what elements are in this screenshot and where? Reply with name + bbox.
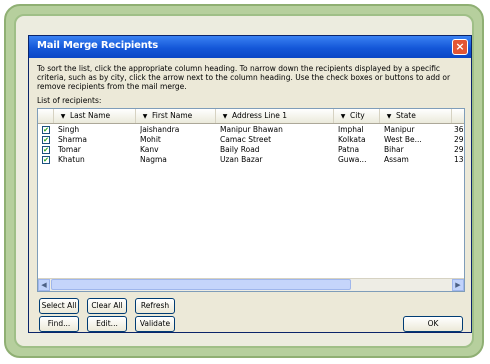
cell-last-name: Sharma (58, 135, 87, 144)
cell-first-name: Kanv (140, 145, 159, 154)
cell-first-name: Nagma (140, 155, 167, 164)
cell-last-name: Singh (58, 125, 80, 134)
ok-button[interactable]: OK (403, 316, 463, 332)
find-button[interactable]: Find... (39, 316, 79, 332)
recipients-grid[interactable]: ▼ Last Name ▼ First Name ▼ Address Line 1 ▼… (37, 108, 465, 292)
cell-first-name: Mohit (140, 135, 161, 144)
clear-all-button[interactable]: Clear All (87, 298, 127, 314)
filter-arrow-icon[interactable]: ▼ (58, 110, 68, 123)
filter-arrow-icon[interactable]: ▼ (220, 110, 230, 123)
cell-last-name: Tomar (58, 145, 81, 154)
cell-state: Assam (384, 155, 409, 164)
table-row[interactable]: ✔ Tomar Kanv Baily Road Patna Bihar 29 (38, 145, 464, 155)
cell-city: Imphal (338, 125, 364, 134)
table-row[interactable]: ✔ Sharma Mohit Camac Street Kolkata West… (38, 135, 464, 145)
mail-merge-recipients-dialog: Mail Merge Recipients × To sort the list… (28, 35, 472, 333)
cell-state: West Be... (384, 135, 422, 144)
row-checkbox[interactable]: ✔ (42, 136, 50, 144)
filter-arrow-icon[interactable]: ▼ (338, 110, 348, 123)
cell-address: Camac Street (220, 135, 272, 144)
cell-state: Bihar (384, 145, 404, 154)
scroll-left-icon[interactable]: ◀ (38, 279, 50, 291)
cell-city: Kolkata (338, 135, 366, 144)
cell-state: Manipur (384, 125, 415, 134)
column-header-state[interactable]: ▼ State (380, 109, 452, 123)
refresh-button[interactable]: Refresh (135, 298, 175, 314)
cell-city: Guwa... (338, 155, 367, 164)
edit-button[interactable]: Edit... (87, 316, 127, 332)
filter-arrow-icon[interactable]: ▼ (140, 110, 150, 123)
column-header-first-name[interactable]: ▼ First Name (136, 109, 216, 123)
dialog-title: Mail Merge Recipients (37, 40, 158, 51)
column-header-extra[interactable] (452, 109, 464, 123)
title-bar[interactable]: Mail Merge Recipients × (29, 36, 471, 58)
column-header-last-name[interactable]: ▼ Last Name (54, 109, 136, 123)
scroll-thumb[interactable] (51, 279, 351, 290)
cell-extra: 36 (454, 125, 464, 134)
cell-first-name: Jaishandra (140, 125, 180, 134)
row-checkbox[interactable]: ✔ (42, 126, 50, 134)
column-header-address-line-1[interactable]: ▼ Address Line 1 (216, 109, 334, 123)
row-checkbox[interactable]: ✔ (42, 156, 50, 164)
checkbox-column-header (38, 109, 54, 123)
filter-arrow-icon[interactable]: ▼ (384, 110, 394, 123)
instructions-text: To sort the list, click the appropriate … (37, 64, 451, 91)
horizontal-scrollbar[interactable]: ◀ ▶ (38, 278, 464, 291)
cell-city: Patna (338, 145, 360, 154)
grid-header: ▼ Last Name ▼ First Name ▼ Address Line 1 ▼… (38, 109, 464, 124)
list-label: List of recipients: (37, 96, 102, 105)
scroll-right-icon[interactable]: ▶ (452, 279, 464, 291)
cell-address: Manipur Bhawan (220, 125, 283, 134)
cell-address: Uzan Bazar (220, 155, 263, 164)
cell-last-name: Khatun (58, 155, 85, 164)
row-checkbox[interactable]: ✔ (42, 146, 50, 154)
cell-extra: 29 (454, 145, 464, 154)
cell-address: Baily Road (220, 145, 260, 154)
column-header-city[interactable]: ▼ City (334, 109, 380, 123)
validate-button[interactable]: Validate (135, 316, 175, 332)
table-row[interactable]: ✔ Singh Jaishandra Manipur Bhawan Imphal… (38, 125, 464, 135)
select-all-button[interactable]: Select All (39, 298, 79, 314)
table-row[interactable]: ✔ Khatun Nagma Uzan Bazar Guwa... Assam … (38, 155, 464, 165)
cell-extra: 29 (454, 135, 464, 144)
close-button[interactable]: × (452, 39, 468, 55)
cell-extra: 13 (454, 155, 464, 164)
